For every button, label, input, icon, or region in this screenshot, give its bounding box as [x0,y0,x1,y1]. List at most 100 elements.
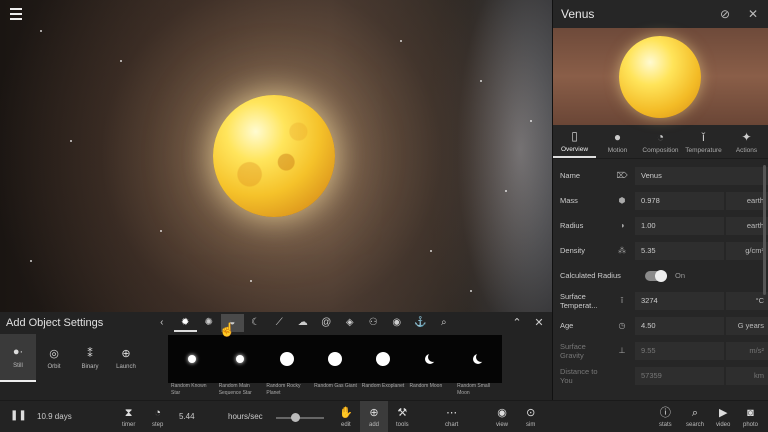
age-unit-select[interactable]: G years [726,316,768,335]
mode-orbit[interactable]: ◎ Orbit [36,334,72,382]
mode-still[interactable]: ●· Still [0,334,36,382]
planet-icon [375,352,390,366]
object-random-main-sequence-star[interactable] [216,335,264,383]
object-label: Random Small Moon [457,383,490,396]
category-stars-planets-icon[interactable]: ✹ [173,314,197,332]
property-label: Radius [560,221,584,230]
object-random-gas-giant[interactable] [311,335,359,383]
eye-icon: ◉ [497,407,507,419]
search-button[interactable]: ⌕ search [686,407,704,428]
toggle-state-label: On [675,271,686,280]
gravity-unit-select[interactable]: m/s² [726,341,768,360]
tab-label: Motion [607,146,628,154]
info-scrollbar[interactable] [763,165,766,295]
density-field[interactable]: 5.35 [635,241,724,260]
venus-planet[interactable] [213,95,335,217]
star-dot [400,40,402,42]
chart-button[interactable]: ⋯ chart [445,407,458,428]
property-surface-gravity: Surface Gravity ⊥ 9.55 m/s² [553,338,768,363]
close-icon[interactable]: ✕ [746,7,760,21]
tab-composition[interactable]: ◔ Composition [639,125,682,158]
weight-icon: ⬢ [618,196,626,205]
property-distance: Distance to You 57359 km [553,363,768,388]
category-objects-icon[interactable]: ☁ [291,314,315,332]
camera-icon: ◙ [747,407,754,419]
gravity-icon: ⊥ [618,346,626,355]
launch-icon: ⊕ [121,347,131,360]
tab-overview[interactable]: ▯ Overview [553,125,596,158]
composition-icon: ◔ [656,129,665,144]
property-density: Density ⁂ 5.35 g/cm³ [553,238,768,263]
temperature-field[interactable]: 3274 [635,291,724,310]
object-random-exoplanet[interactable] [359,335,407,383]
motion-icon: ● [613,129,622,144]
mode-label: Still [13,362,23,369]
calculated-radius-toggle[interactable] [645,269,667,282]
step-button[interactable]: ◔ step [152,407,163,428]
mass-unit-select[interactable]: earth [726,191,768,210]
object-random-moon[interactable] [406,335,454,383]
temperature-unit-select[interactable]: °C [726,291,768,310]
timer-button[interactable]: ⧗ timer [122,407,135,428]
object-label: Random Main Sequence Star [218,383,252,396]
button-label: edit [341,422,351,428]
tab-actions[interactable]: ✦ Actions [725,125,768,158]
video-button[interactable]: ▶ video [716,407,730,428]
category-moons-icon[interactable]: ☾ [244,314,268,332]
star-dot [470,290,472,292]
category-blackholes-icon[interactable]: ◉ [385,314,409,332]
sim-button[interactable]: ⊙ sim [526,407,535,428]
edit-button[interactable]: ✋ edit [339,407,353,428]
time-rate-slider[interactable] [276,417,324,419]
button-label: tools [396,422,409,428]
property-age: Age ◷ 4.50 G years [553,313,768,338]
mode-launch[interactable]: ⊕ Launch [108,334,144,382]
hide-orbit-icon[interactable]: ⊘ [718,7,732,21]
chevron-left-icon[interactable]: ‹ [150,314,174,332]
slider-handle[interactable] [291,413,300,422]
chevron-up-icon[interactable]: ⌃ [510,316,524,329]
category-launch-icon[interactable]: ⚓ [409,314,433,332]
object-random-known-star[interactable] [168,335,216,383]
orbit-icon: ◎ [49,347,59,360]
category-galaxies-icon[interactable]: @ [315,314,339,332]
button-label: step [152,422,164,428]
space-viewport[interactable] [0,0,552,312]
photo-button[interactable]: ◙ photo [743,407,758,428]
distance-unit-select[interactable]: km [726,366,768,385]
hamburger-menu-icon[interactable] [10,8,22,20]
category-asteroids-icon[interactable]: ⟋ [268,314,292,332]
view-button[interactable]: ◉ view [496,407,508,428]
category-stars-icon[interactable]: ✺ [197,314,221,332]
search-icon[interactable]: ⌕ [432,314,456,332]
mode-binary[interactable]: ⁑ Binary [72,334,108,382]
property-surface-temperature: Surface Temperat... ǐ 3274 °C [553,288,768,313]
mass-field[interactable]: 0.978 [635,191,724,210]
radius-unit-select[interactable]: earth [726,216,768,235]
tools-button[interactable]: ⚒ tools [396,407,409,428]
panel-controls: ⌃ ✕ [502,316,546,329]
star-dot [120,60,122,62]
category-people-icon[interactable]: ⚇ [362,314,386,332]
tab-label: Overview [560,145,589,153]
property-label: Density [560,246,586,255]
stats-button[interactable]: ⓘ stats [659,407,672,428]
object-random-small-moon[interactable] [454,335,502,383]
add-button[interactable]: ⊕ add [360,401,388,432]
tab-motion[interactable]: ● Motion [596,125,639,158]
category-structures-icon[interactable]: ◈ [338,314,362,332]
star-icon [233,352,247,366]
name-field[interactable]: Venus [635,166,768,185]
object-random-rocky-planet[interactable] [263,335,311,383]
close-icon[interactable]: ✕ [532,316,546,329]
age-field[interactable]: 4.50 [635,316,724,335]
plus-circle-icon: ⊕ [369,407,379,419]
star-dot [250,280,252,282]
video-icon: ▶ [718,407,728,419]
tab-temperature[interactable]: ǐ Temperature [682,125,725,158]
property-label: Distance to You [560,366,598,385]
radius-field[interactable]: 1.00 [635,216,724,235]
pause-button[interactable]: ❚❚ [10,410,27,421]
density-unit-select[interactable]: g/cm³ [726,241,768,260]
mode-label: Binary [81,363,99,370]
